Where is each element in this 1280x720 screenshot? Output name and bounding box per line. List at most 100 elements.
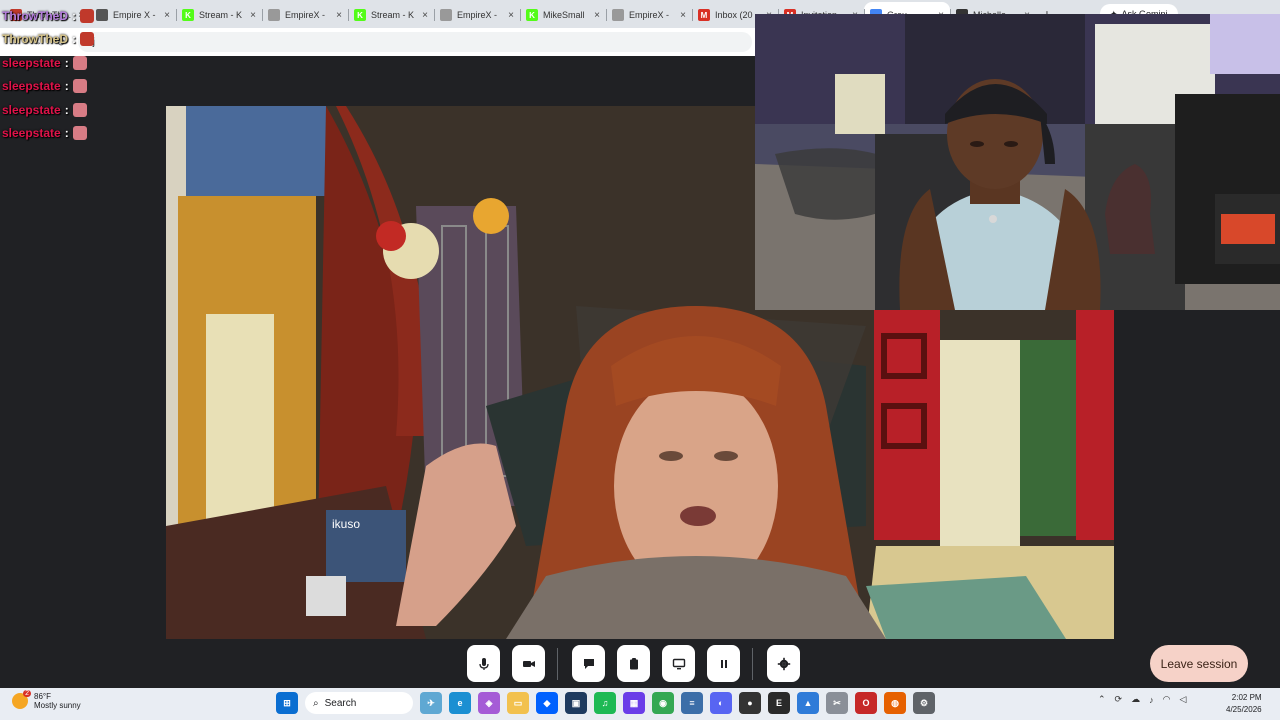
tab-title: EmpireX - — [629, 10, 670, 20]
weather-temp: 86°F — [34, 692, 51, 701]
system-tray: ⌃ ⟳ ☁ ♪ ◠ ◁ — [1098, 694, 1186, 705]
browser-tab[interactable]: K MikeSmall × — [520, 2, 606, 28]
epic-games-icon[interactable]: E — [768, 692, 790, 714]
settings-button[interactable] — [767, 645, 800, 682]
close-icon[interactable]: × — [250, 10, 256, 21]
browser-toolbar: ← → ↻ fj — [0, 28, 756, 56]
site-icon — [268, 9, 280, 21]
close-icon[interactable]: × — [336, 10, 342, 21]
chat-message: ThrowTheD: — [2, 28, 94, 52]
tab-title: Stream - K — [371, 10, 415, 20]
pause-button[interactable] — [707, 645, 740, 682]
firefox-icon[interactable]: ◍ — [884, 692, 906, 714]
close-icon[interactable]: × — [422, 10, 428, 21]
sync-icon[interactable]: ⟳ — [1115, 694, 1123, 705]
close-icon[interactable]: × — [594, 10, 600, 21]
grid-app-icon[interactable]: ▦ — [623, 692, 645, 714]
microphone-icon — [478, 657, 489, 670]
snipping-tool-icon[interactable]: ✂ — [826, 692, 848, 714]
cloud-icon[interactable]: ☁ — [1131, 694, 1140, 705]
tab-title: EmpireX - — [457, 10, 498, 20]
opera-icon[interactable]: O — [855, 692, 877, 714]
close-icon[interactable]: × — [508, 10, 514, 21]
calculator-icon[interactable]: ≡ — [681, 692, 703, 714]
chat-username: sleepstate — [2, 79, 61, 94]
browser-tab[interactable]: EmpireX - × — [262, 2, 348, 28]
clipboard-icon — [629, 657, 638, 669]
meeting-control-bar: Leave session — [0, 640, 1280, 688]
tab-title: Stream - K — [199, 10, 243, 20]
chat-username: sleepstate — [2, 102, 61, 117]
chat-username: sleepstate — [2, 55, 61, 70]
chat-separator: : — [64, 102, 69, 117]
microphone-button[interactable] — [467, 645, 500, 682]
share-screen-button[interactable] — [662, 645, 695, 682]
camera-button[interactable] — [512, 645, 545, 682]
address-bar[interactable]: fj — [78, 32, 752, 52]
app-icon[interactable]: ▣ — [565, 692, 587, 714]
chat-bubble-icon — [583, 658, 594, 669]
chrome-icon[interactable]: ◉ — [652, 692, 674, 714]
chat-message: sleepstate: — [2, 51, 94, 75]
chat-emote-icon — [72, 79, 87, 94]
clock[interactable]: 2:02 PM 4/25/2026 — [1226, 692, 1262, 716]
chat-message: sleepstate: — [2, 98, 94, 122]
weather-desc: Mostly sunny — [34, 701, 81, 710]
site-icon — [612, 9, 624, 21]
discord-icon[interactable]: ◐ — [710, 692, 732, 714]
chat-message: sleepstate: — [2, 122, 94, 146]
browser-tab[interactable]: Empire X - × — [90, 2, 176, 28]
close-icon[interactable]: × — [680, 10, 686, 21]
taskbar-apps: ⊞ ⌕ Search ✈ e ◈ ▭ ◆ ▣ ♫ ▦ ◉ ≡ ◐ ● E ▲ ✂… — [276, 692, 935, 714]
weather-widget[interactable]: 2 86°F Mostly sunny — [12, 690, 81, 710]
volume-icon[interactable]: ◁ — [1179, 694, 1186, 705]
wifi-icon[interactable]: ◠ — [1163, 694, 1171, 705]
chat-emote-icon — [72, 55, 87, 70]
chat-emote-icon — [80, 8, 94, 23]
video-camera-icon — [522, 660, 535, 667]
mic-tray-icon[interactable]: ♪ — [1149, 695, 1154, 705]
chat-button[interactable] — [572, 645, 605, 682]
close-icon[interactable]: × — [164, 10, 170, 21]
chat-emote-icon — [72, 102, 87, 117]
browser-tab[interactable]: EmpireX - × — [434, 2, 520, 28]
chat-username: sleepstate — [2, 126, 61, 141]
dropbox-icon[interactable]: ◆ — [536, 692, 558, 714]
leave-session-button[interactable]: Leave session — [1150, 645, 1248, 682]
obs-icon[interactable]: ● — [739, 692, 761, 714]
chat-separator: : — [64, 126, 69, 141]
tab-title: EmpireX - — [285, 10, 326, 20]
taskbar-search[interactable]: ⌕ Search — [305, 692, 413, 714]
edge-icon[interactable]: e — [449, 692, 471, 714]
copilot-icon[interactable]: ◈ — [478, 692, 500, 714]
chevron-up-icon[interactable]: ⌃ — [1098, 694, 1106, 705]
chat-emote-icon — [80, 32, 94, 47]
chat-overlay: ThrowTheD: ThrowTheD: sleepstate: sleepstat… — [2, 4, 94, 145]
browser-tab[interactable]: EmpireX - × — [606, 2, 692, 28]
tab-title: MikeSmall — [543, 10, 585, 20]
file-explorer-icon[interactable]: ▭ — [507, 692, 529, 714]
webcam-overlay — [755, 14, 1280, 310]
sun-icon: 2 — [12, 690, 31, 709]
browser-tab[interactable]: K Stream - K × — [348, 2, 434, 28]
chat-separator: : — [64, 79, 69, 94]
chat-emote-icon — [72, 126, 87, 141]
kick-icon: K — [182, 9, 194, 21]
clipboard-button[interactable] — [617, 645, 650, 682]
divider — [752, 648, 753, 680]
chat-separator: : — [72, 8, 76, 23]
browser-tab[interactable]: K Stream - K × — [176, 2, 262, 28]
gmail-icon: M — [698, 9, 710, 21]
spotify-icon[interactable]: ♫ — [594, 692, 616, 714]
airplane-widget-icon[interactable]: ✈ — [420, 692, 442, 714]
kick-icon: K — [354, 9, 366, 21]
divider — [557, 648, 558, 680]
settings-icon[interactable]: ⚙ — [913, 692, 935, 714]
site-icon — [96, 9, 108, 21]
chat-message: sleepstate: — [2, 75, 94, 99]
chat-message: ThrowTheD: — [2, 4, 94, 28]
photos-icon[interactable]: ▲ — [797, 692, 819, 714]
chat-separator: : — [72, 32, 76, 47]
sign-text: ikuso — [332, 517, 360, 531]
windows-start-icon[interactable]: ⊞ — [276, 692, 298, 714]
